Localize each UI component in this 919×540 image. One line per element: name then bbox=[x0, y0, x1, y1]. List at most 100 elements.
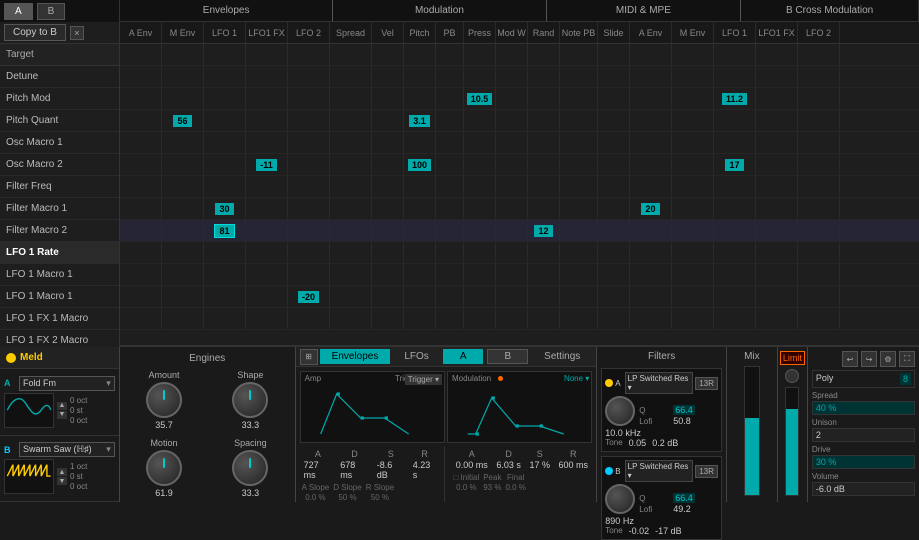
nav-down-arrow[interactable]: ▼ bbox=[57, 411, 67, 419]
cell[interactable] bbox=[756, 66, 798, 87]
cell[interactable] bbox=[372, 198, 404, 219]
cell[interactable] bbox=[288, 264, 330, 285]
cell[interactable] bbox=[204, 154, 246, 175]
cell[interactable] bbox=[330, 88, 372, 109]
spread-value[interactable]: 40 % bbox=[812, 401, 915, 415]
list-item-lfo1rate[interactable]: LFO 1 Rate bbox=[0, 242, 119, 264]
cell[interactable] bbox=[630, 176, 672, 197]
envelopes-tab[interactable]: Envelopes bbox=[320, 349, 391, 364]
cell[interactable] bbox=[436, 176, 464, 197]
cell[interactable] bbox=[560, 286, 598, 307]
list-item[interactable]: LFO 1 Macro 1 bbox=[0, 286, 119, 308]
cell[interactable] bbox=[598, 176, 630, 197]
cell[interactable] bbox=[496, 286, 528, 307]
cell[interactable] bbox=[672, 132, 714, 153]
cell[interactable] bbox=[560, 88, 598, 109]
cell[interactable] bbox=[162, 154, 204, 175]
cell[interactable] bbox=[204, 308, 246, 329]
cell[interactable] bbox=[120, 44, 162, 65]
list-item[interactable]: Detune bbox=[0, 66, 119, 88]
filter-b-type[interactable]: LP Switched Res ▾ bbox=[625, 460, 694, 482]
cell[interactable] bbox=[630, 110, 672, 131]
cell[interactable] bbox=[464, 308, 496, 329]
cell[interactable] bbox=[204, 88, 246, 109]
cell[interactable] bbox=[496, 66, 528, 87]
cell-ffreq-pitch[interactable]: 100 bbox=[404, 154, 436, 175]
cell[interactable] bbox=[372, 132, 404, 153]
tab-b[interactable]: B bbox=[37, 3, 66, 20]
cell[interactable] bbox=[630, 66, 672, 87]
cell-lfo1fx1-lfo2[interactable]: -20 bbox=[288, 286, 330, 307]
cell[interactable] bbox=[162, 88, 204, 109]
redo-icon[interactable]: ↪ bbox=[861, 351, 877, 367]
settings-icon[interactable]: ⚙ bbox=[880, 351, 896, 367]
cell[interactable] bbox=[288, 220, 330, 241]
cell-lfo1rate-rand[interactable]: 12 bbox=[528, 220, 560, 241]
cell[interactable] bbox=[560, 242, 598, 263]
cell[interactable] bbox=[756, 220, 798, 241]
cell-pitch-quant-blfo1[interactable]: 11.2 bbox=[714, 88, 756, 109]
cell[interactable] bbox=[528, 308, 560, 329]
cell[interactable] bbox=[162, 242, 204, 263]
cell[interactable] bbox=[598, 110, 630, 131]
envelope-icon[interactable]: ⊞ bbox=[300, 349, 318, 365]
cell[interactable] bbox=[372, 220, 404, 241]
cell[interactable] bbox=[436, 66, 464, 87]
cell[interactable] bbox=[464, 132, 496, 153]
cell[interactable] bbox=[464, 110, 496, 131]
spacing-knob[interactable] bbox=[232, 450, 268, 486]
cell[interactable] bbox=[672, 154, 714, 175]
cell[interactable] bbox=[436, 308, 464, 329]
cell[interactable] bbox=[560, 198, 598, 219]
cell[interactable] bbox=[496, 220, 528, 241]
cell[interactable] bbox=[598, 198, 630, 219]
cell[interactable] bbox=[496, 198, 528, 219]
cell[interactable] bbox=[598, 154, 630, 175]
cell[interactable] bbox=[404, 198, 436, 219]
cell[interactable] bbox=[372, 286, 404, 307]
cell[interactable] bbox=[714, 198, 756, 219]
cell[interactable] bbox=[756, 88, 798, 109]
filter-a-knob[interactable] bbox=[605, 396, 635, 426]
cell[interactable] bbox=[120, 66, 162, 87]
cell[interactable] bbox=[630, 308, 672, 329]
cell[interactable] bbox=[404, 66, 436, 87]
cell[interactable] bbox=[714, 242, 756, 263]
cell[interactable] bbox=[630, 286, 672, 307]
filter-a-type[interactable]: LP Switched Res ▾ bbox=[625, 372, 694, 394]
unison-value[interactable]: 2 bbox=[812, 428, 915, 442]
cell[interactable] bbox=[672, 176, 714, 197]
cell[interactable] bbox=[560, 66, 598, 87]
cell[interactable] bbox=[330, 44, 372, 65]
cell[interactable] bbox=[756, 308, 798, 329]
cell[interactable] bbox=[528, 286, 560, 307]
filter-b-knob[interactable] bbox=[605, 484, 635, 514]
none-button[interactable]: None bbox=[564, 374, 589, 383]
cell[interactable] bbox=[598, 286, 630, 307]
cell[interactable] bbox=[288, 88, 330, 109]
cell[interactable] bbox=[798, 66, 840, 87]
cell[interactable] bbox=[528, 154, 560, 175]
cell[interactable] bbox=[372, 154, 404, 175]
cell[interactable] bbox=[528, 44, 560, 65]
cell[interactable] bbox=[288, 198, 330, 219]
cell[interactable] bbox=[672, 264, 714, 285]
cell[interactable] bbox=[672, 308, 714, 329]
cell[interactable] bbox=[288, 132, 330, 153]
cell[interactable] bbox=[204, 286, 246, 307]
cell[interactable] bbox=[372, 242, 404, 263]
cell[interactable] bbox=[630, 264, 672, 285]
cell-pitch-quant-press[interactable]: 10.5 bbox=[464, 88, 496, 109]
ab-tab-a[interactable]: A bbox=[443, 349, 484, 364]
cell[interactable] bbox=[496, 176, 528, 197]
cell[interactable] bbox=[756, 286, 798, 307]
cell[interactable] bbox=[330, 264, 372, 285]
inst-a-nav[interactable]: ▲ ▼ bbox=[57, 402, 67, 419]
cell[interactable] bbox=[630, 132, 672, 153]
cell[interactable] bbox=[436, 132, 464, 153]
cell[interactable] bbox=[496, 44, 528, 65]
cell[interactable] bbox=[560, 264, 598, 285]
cell[interactable] bbox=[246, 264, 288, 285]
cell[interactable] bbox=[798, 88, 840, 109]
cell[interactable] bbox=[630, 88, 672, 109]
